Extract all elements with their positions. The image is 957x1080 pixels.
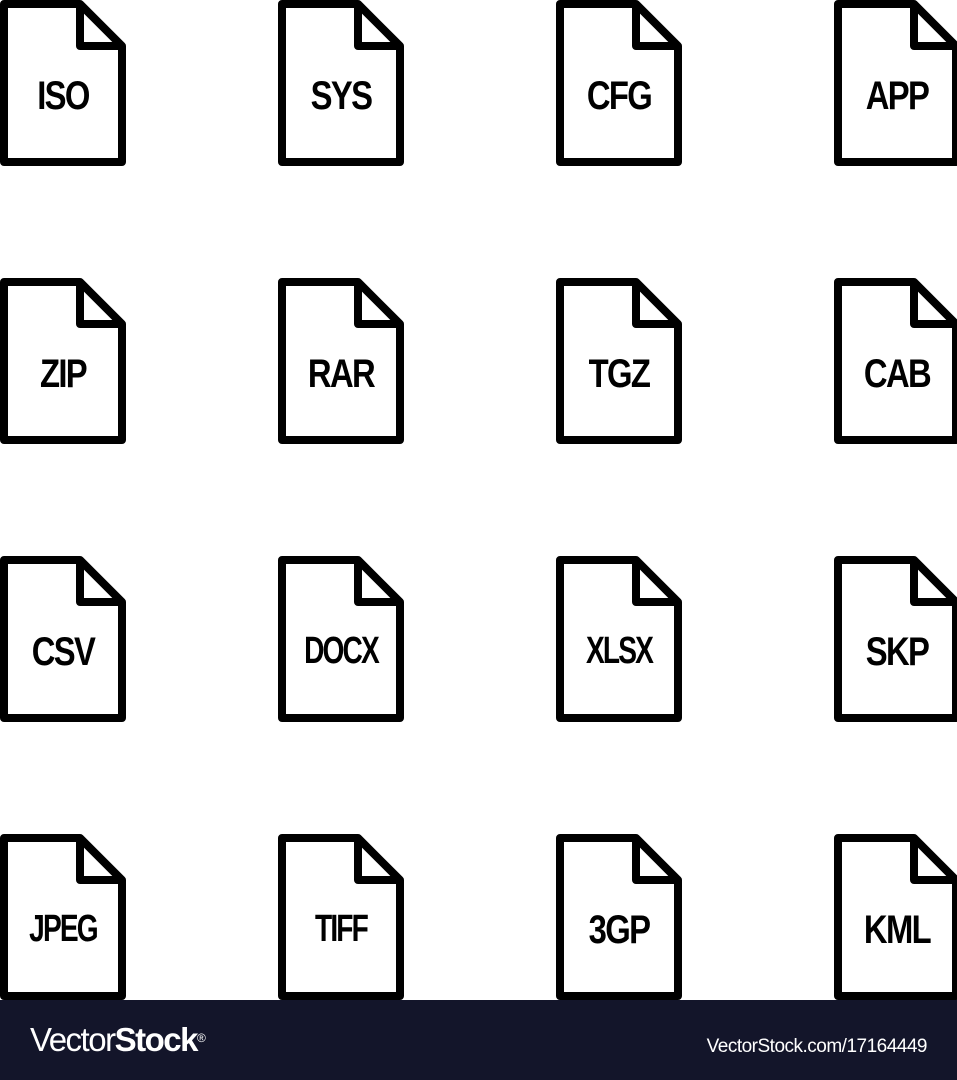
file-type-label: SYS [310,74,373,118]
file-icon-grid: ISO SYS CFG APP ZIP RAR TGZ CAB CSV DOCX XLSX SKP JP… [0,0,957,1000]
file-type-label: ISO [37,74,90,118]
file-type-icon: TGZ [556,278,682,446]
file-type-label: TGZ [588,352,651,396]
file-type-icon: JPEG [0,834,126,1000]
file-type-label: ZIP [39,352,88,396]
file-type-icon: XLSX [556,556,682,724]
logo-text-light: Vector [30,1021,116,1058]
file-type-label: XLSX [585,630,654,672]
file-type-label: RAR [307,352,376,396]
file-type-label: APP [865,74,930,118]
stock-image-id: VectorStock.com/17164449 [706,1036,928,1057]
file-type-icon: CFG [556,0,682,168]
file-type-label: 3GP [588,908,651,952]
logo-text-bold: Stock [114,1021,199,1058]
file-type-label: CSV [31,630,96,674]
file-type-icon: TIFF [278,834,404,1000]
file-type-icon: KML [834,834,957,1000]
file-type-icon: ZIP [0,278,126,446]
file-type-label: JPEG [29,908,98,950]
registered-mark: ® [196,1031,206,1045]
file-type-icon: SYS [278,0,404,168]
file-type-icon: RAR [278,278,404,446]
file-type-icon: CAB [834,278,957,446]
file-type-icon: 3GP [556,834,682,1000]
file-type-label: DOCX [304,630,380,672]
vectorstock-logo: VectorStock® [30,1021,206,1058]
footer-bar: VectorStock® VectorStock.com/17164449 [0,1000,957,1080]
file-type-label: SKP [865,630,930,674]
file-type-label: KML [863,908,932,952]
file-type-icon: SKP [834,556,957,724]
file-type-icon: ISO [0,0,126,168]
file-type-label: CAB [863,352,932,396]
file-type-label: CFG [586,74,653,118]
file-type-icon: CSV [0,556,126,724]
file-type-label: TIFF [315,908,369,950]
file-type-icon: DOCX [278,556,404,724]
file-type-icon: APP [834,0,957,168]
